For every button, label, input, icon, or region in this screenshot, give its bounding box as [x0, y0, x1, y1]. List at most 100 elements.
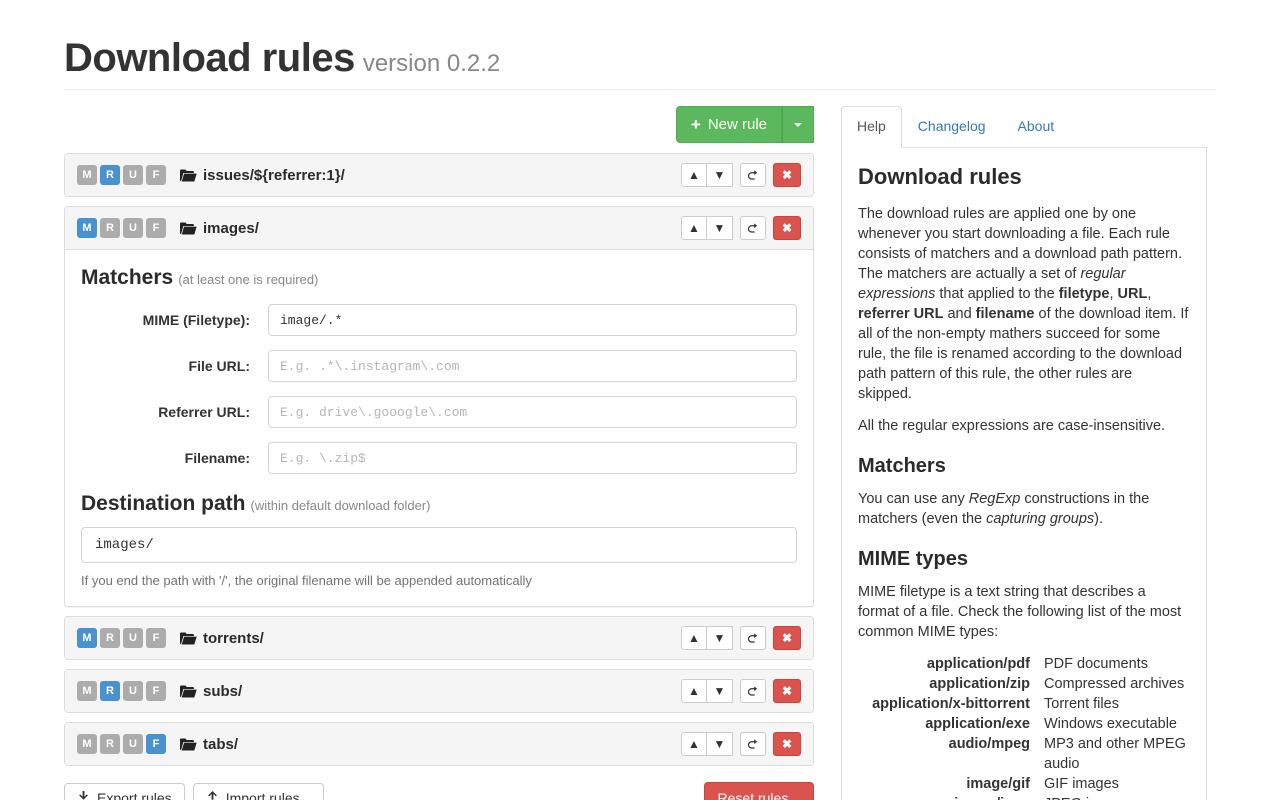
rule-header[interactable]: M R U F tabs/ ▲ ▼: [65, 723, 813, 765]
matcher-badge-m[interactable]: M: [77, 218, 97, 238]
matcher-badge-m[interactable]: M: [77, 628, 97, 648]
move-down-button[interactable]: ▼: [707, 216, 733, 240]
move-up-button[interactable]: ▲: [681, 626, 707, 650]
chevron-up-icon: ▲: [688, 632, 700, 644]
mime-input[interactable]: [268, 304, 797, 336]
filename-input[interactable]: [268, 442, 797, 474]
field-row-referrer-url: Referrer URL:: [81, 396, 797, 428]
rule-header[interactable]: M R U F subs/ ▲ ▼: [65, 670, 813, 712]
new-rule-dropdown-button[interactable]: [782, 106, 814, 143]
matcher-badge-u[interactable]: U: [123, 734, 143, 754]
duplicate-button[interactable]: [740, 626, 766, 650]
import-rules-button[interactable]: Import rules...: [193, 783, 325, 800]
referrer-url-input[interactable]: [268, 396, 797, 428]
matcher-badge-r[interactable]: R: [100, 681, 120, 701]
bottom-toolbar: Export rules Import rules... Reset rules…: [64, 782, 814, 800]
tab-help[interactable]: Help: [841, 106, 902, 148]
chevron-up-icon: ▲: [688, 685, 700, 697]
matcher-badge-r[interactable]: R: [100, 628, 120, 648]
matcher-badge-r[interactable]: R: [100, 734, 120, 754]
rule-panel[interactable]: M R U F issues/${referrer:1}/ ▲ ▼: [64, 153, 814, 197]
rule-actions: ▲ ▼ ✖: [681, 679, 801, 703]
rule-title: subs/: [180, 683, 681, 700]
matcher-badge-m[interactable]: M: [77, 165, 97, 185]
rules-column: + New rule M R U F: [64, 106, 814, 800]
matcher-badges: M R U F: [77, 681, 166, 701]
mime-type: application/pdf: [858, 654, 1030, 674]
move-down-button[interactable]: ▼: [707, 732, 733, 756]
duplicate-button[interactable]: [740, 732, 766, 756]
move-down-button[interactable]: ▼: [707, 626, 733, 650]
close-x-icon: ✖: [782, 221, 792, 235]
new-rule-group: + New rule: [676, 106, 814, 143]
chevron-down-icon: ▼: [714, 738, 726, 750]
help-p1-b2: URL: [1118, 286, 1148, 302]
delete-button[interactable]: ✖: [773, 216, 801, 240]
chevron-down-icon: ▼: [714, 685, 726, 697]
move-up-button[interactable]: ▲: [681, 216, 707, 240]
duplicate-button[interactable]: [740, 679, 766, 703]
mime-desc: Torrent files: [1044, 694, 1190, 714]
move-up-button[interactable]: ▲: [681, 679, 707, 703]
matcher-badge-m[interactable]: M: [77, 681, 97, 701]
rule-header[interactable]: M R U F issues/${referrer:1}/ ▲ ▼: [65, 154, 813, 196]
move-down-button[interactable]: ▼: [707, 163, 733, 187]
delete-button[interactable]: ✖: [773, 732, 801, 756]
duplicate-button[interactable]: [740, 216, 766, 240]
export-rules-button[interactable]: Export rules: [64, 783, 185, 800]
matcher-badges: M R U F: [77, 734, 166, 754]
export-tray-icon: [77, 791, 90, 800]
delete-button[interactable]: ✖: [773, 163, 801, 187]
move-up-button[interactable]: ▲: [681, 163, 707, 187]
duplicate-button[interactable]: [740, 163, 766, 187]
move-down-button[interactable]: ▼: [707, 679, 733, 703]
rule-editor: Matchers(at least one is required) MIME …: [65, 250, 813, 606]
file-url-input[interactable]: [268, 350, 797, 382]
mime-desc: Compressed archives: [1044, 674, 1190, 694]
rule-panel[interactable]: M R U F tabs/ ▲ ▼: [64, 722, 814, 766]
tab-about[interactable]: About: [1002, 106, 1071, 148]
matcher-badge-f[interactable]: F: [146, 734, 166, 754]
move-up-button[interactable]: ▲: [681, 732, 707, 756]
mime-desc: Windows executable: [1044, 714, 1190, 734]
help-matchers-paragraph: You can use any RegExp constructions in …: [858, 489, 1190, 529]
matcher-badge-u[interactable]: U: [123, 165, 143, 185]
duplicate-arrow-icon: [747, 632, 759, 645]
matcher-badge-u[interactable]: U: [123, 218, 143, 238]
mime-desc: GIF images: [1044, 774, 1190, 794]
help-mime-paragraph: MIME filetype is a text string that desc…: [858, 582, 1190, 642]
folder-icon: [180, 738, 197, 751]
close-x-icon: ✖: [782, 168, 792, 182]
folder-icon: [180, 685, 197, 698]
folder-icon: [180, 169, 197, 182]
field-row-mime: MIME (Filetype):: [81, 304, 797, 336]
tab-changelog[interactable]: Changelog: [902, 106, 1002, 148]
referrer-url-label: Referrer URL:: [81, 404, 268, 420]
new-rule-button[interactable]: + New rule: [676, 106, 782, 143]
delete-button[interactable]: ✖: [773, 679, 801, 703]
matcher-badge-f[interactable]: F: [146, 628, 166, 648]
help-p1-c: ,: [1109, 286, 1117, 302]
matchers-title-hint: (at least one is required): [178, 272, 318, 287]
matcher-badge-u[interactable]: U: [123, 681, 143, 701]
matcher-badge-f[interactable]: F: [146, 165, 166, 185]
rule-panel[interactable]: M R U F torrents/ ▲ ▼: [64, 616, 814, 660]
matcher-badge-u[interactable]: U: [123, 628, 143, 648]
rule-header[interactable]: M R U F torrents/ ▲ ▼: [65, 617, 813, 659]
version-label: version 0.2.2: [363, 50, 500, 77]
rule-path-label: images/: [203, 220, 259, 237]
matcher-badge-f[interactable]: F: [146, 218, 166, 238]
matcher-badge-m[interactable]: M: [77, 734, 97, 754]
mime-desc: JPEG images: [1044, 794, 1190, 800]
delete-button[interactable]: ✖: [773, 626, 801, 650]
reset-rules-button[interactable]: Reset rules...: [704, 782, 814, 800]
mime-type: image/jpeg: [858, 794, 1030, 800]
rule-header[interactable]: M R U F images/ ▲ ▼: [65, 207, 813, 250]
matcher-badge-r[interactable]: R: [100, 165, 120, 185]
rule-panel[interactable]: M R U F subs/ ▲ ▼: [64, 669, 814, 713]
close-x-icon: ✖: [782, 631, 792, 645]
rule-path-label: torrents/: [203, 630, 264, 647]
matcher-badge-r[interactable]: R: [100, 218, 120, 238]
matcher-badge-f[interactable]: F: [146, 681, 166, 701]
destination-path-input[interactable]: [81, 527, 797, 563]
